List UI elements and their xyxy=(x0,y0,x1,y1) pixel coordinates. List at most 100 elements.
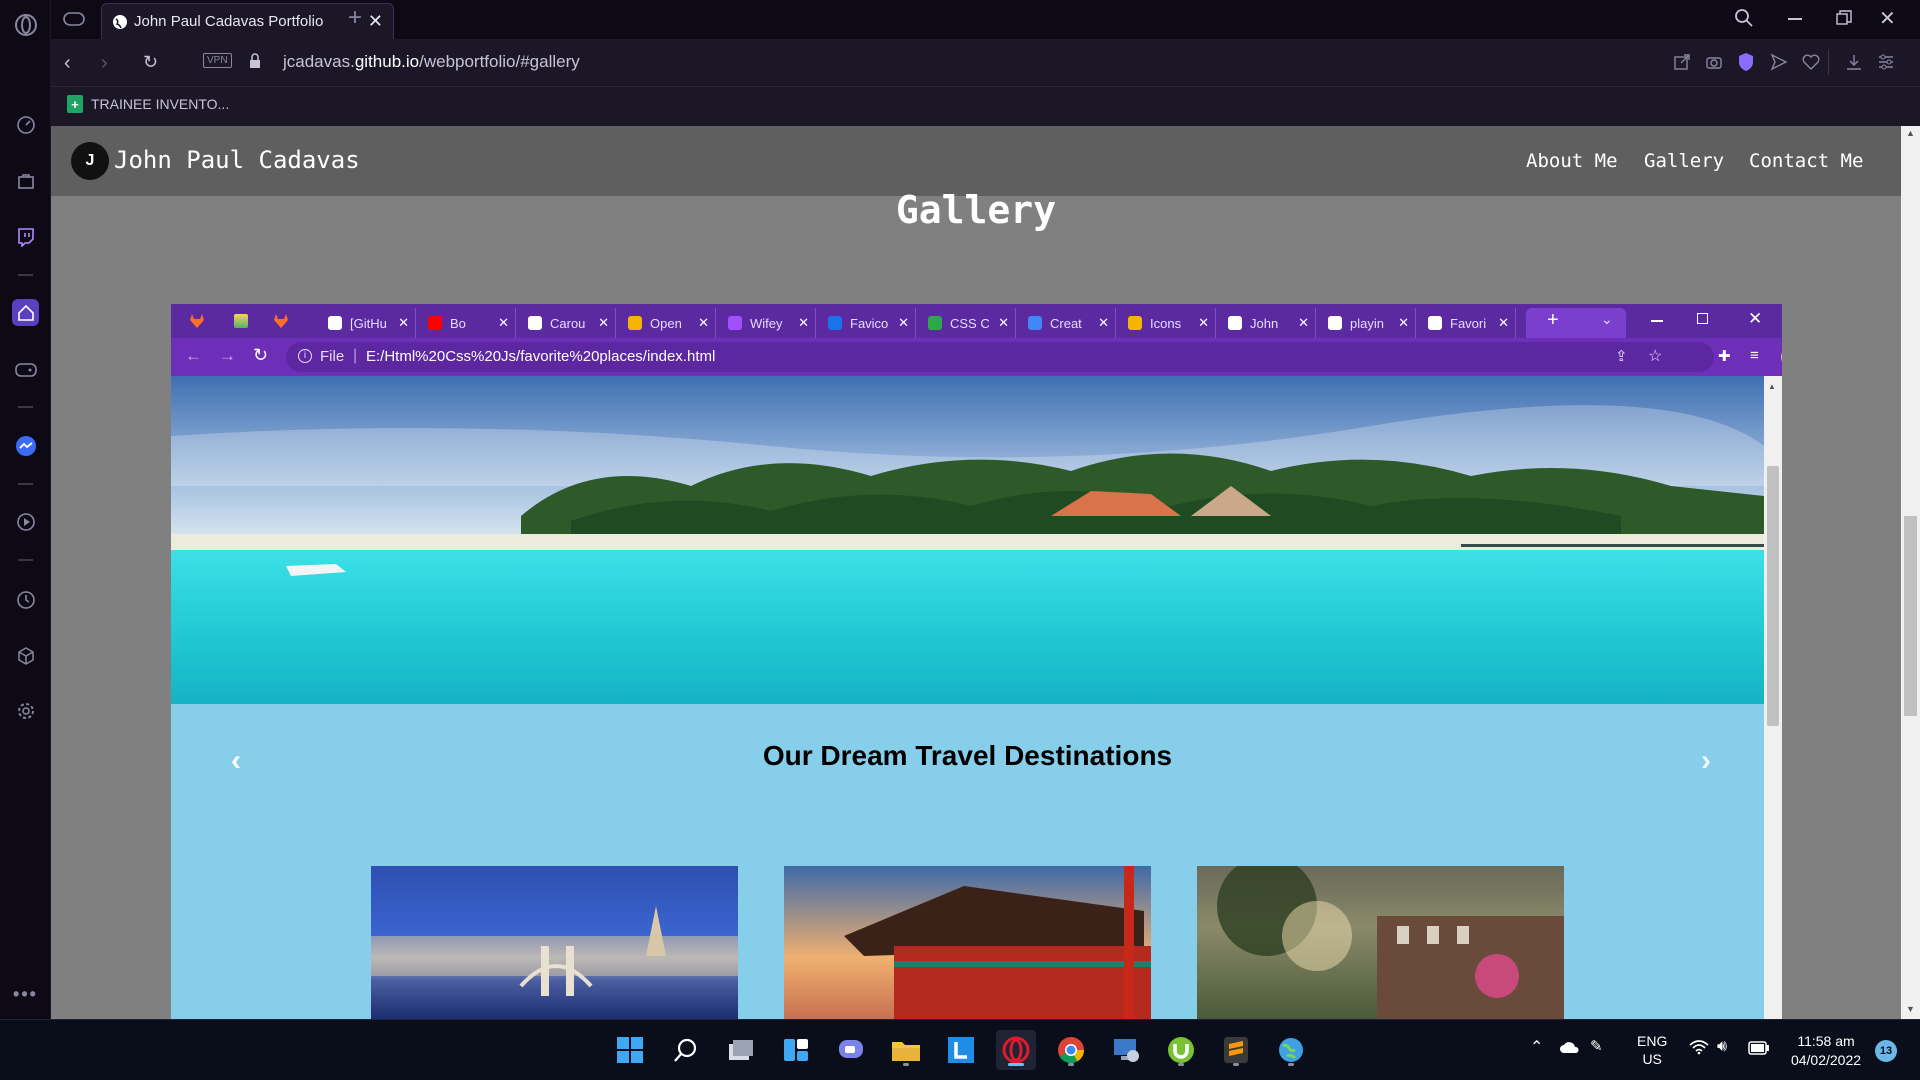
more-icon[interactable]: ••• xyxy=(12,981,39,1008)
gamepad-icon[interactable] xyxy=(12,356,39,383)
inner-tab[interactable]: Favico ✕ xyxy=(816,308,916,338)
camera-snapshot-icon[interactable] xyxy=(1705,53,1723,76)
sublime-text-icon[interactable] xyxy=(1216,1030,1256,1070)
page-scroll-up-icon[interactable]: ▲ xyxy=(1906,128,1915,138)
network-globe-icon[interactable] xyxy=(1271,1030,1311,1070)
inner-tab[interactable]: Carou ✕ xyxy=(516,308,616,338)
inner-tab-close-icon[interactable]: ✕ xyxy=(498,315,509,331)
inner-tab-close-icon[interactable]: ✕ xyxy=(1298,315,1309,331)
chrome-icon[interactable] xyxy=(1051,1030,1091,1070)
opera-taskbar-icon[interactable] xyxy=(996,1030,1036,1070)
page-scrollbar[interactable]: ▲ ▼ xyxy=(1901,126,1920,1019)
inner-share-icon[interactable]: ⇪ xyxy=(1615,347,1628,365)
site-brand[interactable]: John Paul Cadavas xyxy=(114,146,360,174)
inner-omnibox[interactable]: i File | E:/Html%20Css%20Js/favorite%20p… xyxy=(286,342,1714,372)
vpn-shield-icon[interactable] xyxy=(1737,52,1755,77)
start-windows-icon[interactable] xyxy=(610,1030,650,1070)
vpn-badge[interactable]: VPN xyxy=(203,53,232,68)
settings-gear-icon[interactable] xyxy=(12,697,39,724)
volume-icon[interactable]: 🔊︎ xyxy=(1717,1038,1727,1056)
home-icon[interactable] xyxy=(12,299,39,326)
inner-tab[interactable]: Wifey ✕ xyxy=(716,308,816,338)
widgets-icon[interactable] xyxy=(776,1030,816,1070)
inner-minimize-icon[interactable] xyxy=(1651,320,1663,322)
download-icon[interactable] xyxy=(1845,53,1863,76)
teams-chat-icon[interactable] xyxy=(831,1030,871,1070)
pen-input-icon[interactable]: ✎ xyxy=(1590,1037,1603,1055)
close-tab-icon[interactable]: ✕ xyxy=(368,11,383,32)
inner-tab-close-icon[interactable]: ✕ xyxy=(398,315,409,331)
inner-tab-close-icon[interactable]: ✕ xyxy=(1398,315,1409,331)
clock[interactable]: 11:58 am 04/02/2022 xyxy=(1786,1032,1866,1070)
inner-tab-search-icon[interactable]: ⌄ xyxy=(1601,311,1613,328)
profile-avatar[interactable] xyxy=(1781,346,1782,368)
inner-tab[interactable]: Favori ✕ xyxy=(1416,308,1516,338)
inner-tab[interactable]: CSS C ✕ xyxy=(916,308,1016,338)
thumbnail-pagoda[interactable] xyxy=(784,866,1151,1019)
share-icon[interactable] xyxy=(1673,53,1691,76)
file-explorer-icon[interactable] xyxy=(886,1030,926,1070)
wifi-icon[interactable] xyxy=(1689,1039,1709,1060)
inner-reload-icon[interactable]: ↻ xyxy=(253,345,268,366)
page-scroll-down-icon[interactable]: ▼ xyxy=(1906,1004,1915,1014)
inner-scroll-thumb[interactable] xyxy=(1767,466,1779,726)
lock-icon[interactable] xyxy=(249,53,261,74)
inner-restore-icon[interactable] xyxy=(1697,313,1708,324)
scroll-up-icon[interactable]: ▲ xyxy=(1768,382,1776,391)
reload-icon[interactable]: ↻ xyxy=(143,52,158,73)
search-icon[interactable] xyxy=(666,1030,706,1070)
nav-about[interactable]: About Me xyxy=(1526,150,1618,172)
forward-icon[interactable]: › xyxy=(101,52,108,75)
player-icon[interactable] xyxy=(12,508,39,535)
inner-tab-close-icon[interactable]: ✕ xyxy=(798,315,809,331)
inner-close-icon[interactable]: ✕ xyxy=(1748,309,1762,329)
inner-star-icon[interactable]: ☆ xyxy=(1648,346,1662,366)
speed-dial-icon[interactable] xyxy=(12,111,39,138)
inner-tab-close-icon[interactable]: ✕ xyxy=(698,315,709,331)
inner-extensions-icon[interactable]: ✚ xyxy=(1718,347,1731,365)
send-icon[interactable] xyxy=(1770,53,1788,76)
task-view-icon[interactable] xyxy=(721,1030,761,1070)
show-hidden-icons-chevron-icon[interactable]: ⌃ xyxy=(1530,1037,1543,1057)
info-icon[interactable]: i xyxy=(298,349,312,363)
nav-contact[interactable]: Contact Me xyxy=(1749,150,1863,172)
inner-tab-close-icon[interactable]: ✕ xyxy=(998,315,1009,331)
workspaces-icon[interactable] xyxy=(63,9,85,29)
easy-setup-icon[interactable] xyxy=(1877,53,1895,76)
close-window-icon[interactable]: ✕ xyxy=(1879,6,1896,31)
notification-badge[interactable]: 13 xyxy=(1875,1040,1897,1062)
inner-tab[interactable]: [GitHu ✕ xyxy=(316,308,416,338)
inner-tab[interactable]: playin ✕ xyxy=(1316,308,1416,338)
restore-icon[interactable] xyxy=(1836,10,1852,31)
language-indicator[interactable]: ENG US xyxy=(1637,1032,1667,1068)
inner-back-icon[interactable]: ← xyxy=(185,346,202,366)
app-l-icon[interactable] xyxy=(941,1030,981,1070)
thumbnail-amsterdam[interactable] xyxy=(1197,866,1564,1019)
inner-tab[interactable]: Icons ✕ xyxy=(1116,308,1216,338)
inner-tab-close-icon[interactable]: ✕ xyxy=(1098,315,1109,331)
extensions-cube-icon[interactable] xyxy=(12,642,39,669)
inner-tab[interactable]: John ✕ xyxy=(1216,308,1316,338)
opera-logo-icon[interactable] xyxy=(12,11,39,38)
inner-tab-close-icon[interactable]: ✕ xyxy=(898,315,909,331)
inner-tab[interactable]: Creat ✕ xyxy=(1016,308,1116,338)
site-logo-icon[interactable]: J xyxy=(71,142,109,180)
new-tab-plus-icon[interactable]: + xyxy=(348,4,362,32)
nav-gallery[interactable]: Gallery xyxy=(1644,150,1724,172)
inner-tab-close-icon[interactable]: ✕ xyxy=(1498,315,1509,331)
shopping-icon[interactable] xyxy=(12,167,39,194)
back-icon[interactable]: ‹ xyxy=(64,52,71,75)
onedrive-cloud-icon[interactable] xyxy=(1559,1040,1581,1059)
thumbnail-budapest[interactable] xyxy=(371,866,738,1019)
inner-new-tab-icon[interactable]: + xyxy=(1547,309,1559,332)
heart-bookmark-icon[interactable] xyxy=(1802,53,1820,76)
inner-tab-close-icon[interactable]: ✕ xyxy=(1198,315,1209,331)
minimize-icon[interactable] xyxy=(1788,18,1802,20)
inner-forward-icon[interactable]: → xyxy=(219,346,236,366)
bookmark-trainee[interactable]: + TRAINEE INVENTO... xyxy=(67,95,229,113)
messenger-icon[interactable] xyxy=(12,432,39,459)
page-scroll-thumb[interactable] xyxy=(1904,516,1917,716)
history-icon[interactable] xyxy=(12,586,39,613)
search-tabs-icon[interactable] xyxy=(1733,7,1755,34)
inner-scrollbar[interactable]: ▲ xyxy=(1764,376,1782,1019)
